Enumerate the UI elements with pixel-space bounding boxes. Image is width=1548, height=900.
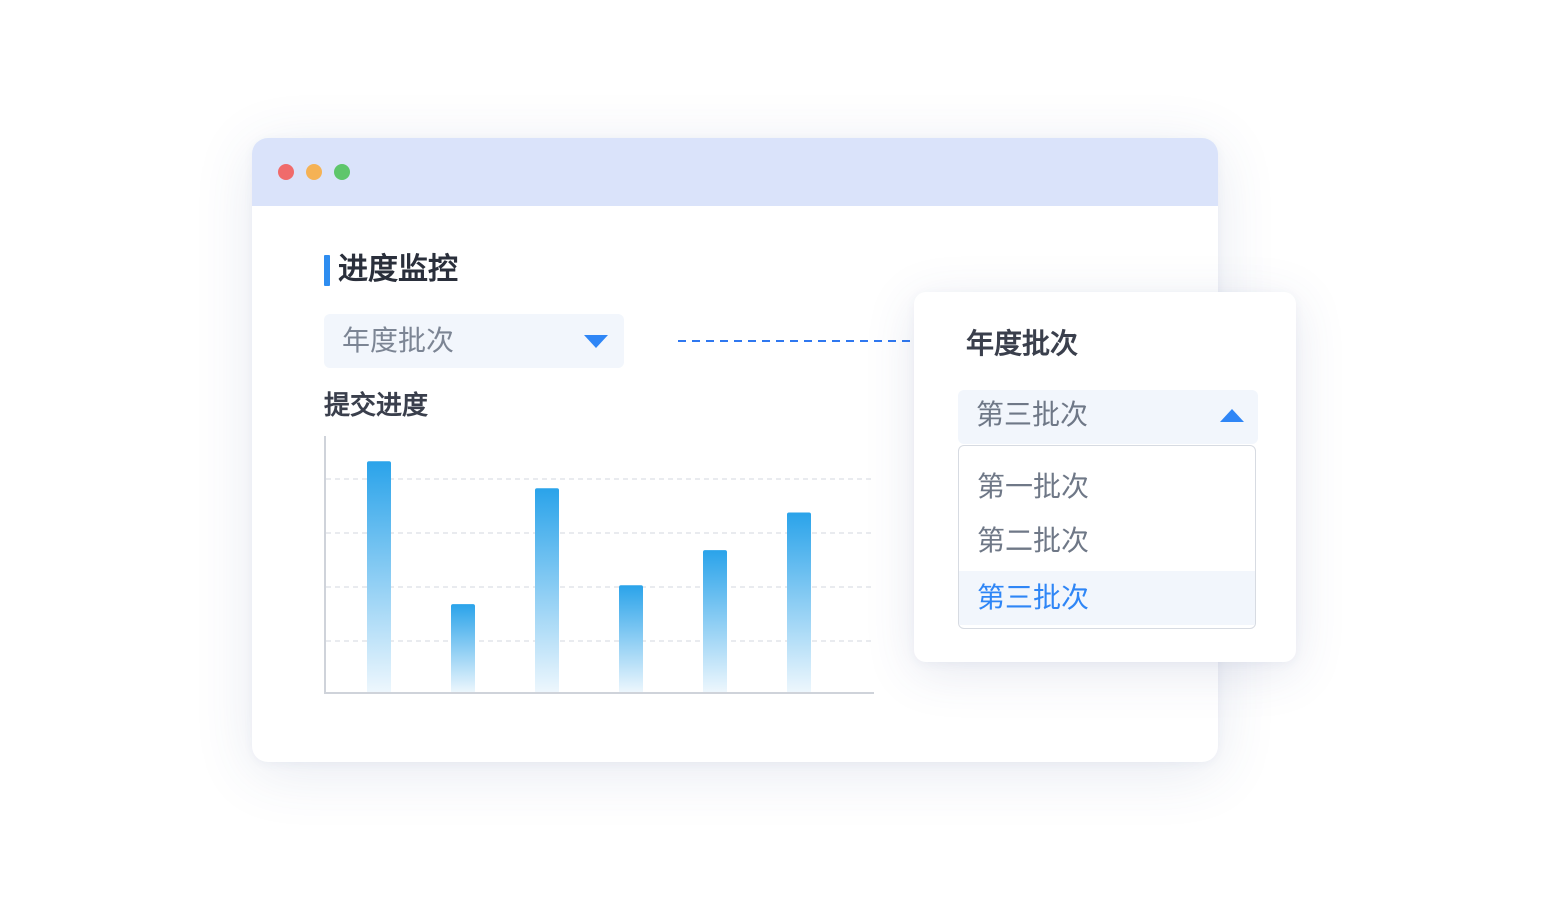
popup-title: 年度批次	[966, 327, 1079, 360]
batch-popup-panel: 年度批次 第三批次 第一批次 第二批次 第三批次	[914, 292, 1296, 662]
option-label: 第三批次	[977, 581, 1090, 614]
dashed-arrow-right-icon	[678, 333, 941, 349]
batch-select-placeholder: 年度批次	[342, 324, 455, 357]
chart-bar	[367, 461, 391, 693]
dropdown-option-batch-1[interactable]: 第一批次	[959, 460, 1255, 514]
chart-bar	[703, 550, 727, 693]
close-window-button[interactable]	[278, 164, 294, 180]
chart-bar	[535, 488, 559, 693]
caret-up-icon	[1220, 409, 1244, 422]
window-titlebar	[252, 138, 1218, 206]
submission-progress-chart	[324, 436, 874, 694]
page-title: 进度监控	[338, 252, 458, 287]
option-label: 第二批次	[977, 524, 1090, 557]
popup-batch-select[interactable]: 第三批次	[958, 390, 1258, 444]
maximize-window-button[interactable]	[334, 164, 350, 180]
option-label: 第一批次	[977, 470, 1090, 503]
chart-bar	[787, 512, 811, 693]
chart-title: 提交进度	[324, 391, 429, 421]
dropdown-option-batch-3[interactable]: 第三批次	[959, 571, 1255, 625]
section-accent-bar	[324, 255, 330, 286]
batch-dropdown-list: 第一批次 第二批次 第三批次	[958, 445, 1256, 629]
popup-select-value: 第三批次	[976, 398, 1089, 431]
caret-down-icon	[584, 335, 608, 348]
chart-bar	[451, 604, 475, 693]
dropdown-option-batch-2[interactable]: 第二批次	[959, 514, 1255, 568]
minimize-window-button[interactable]	[306, 164, 322, 180]
batch-select[interactable]: 年度批次	[324, 314, 624, 368]
chart-bar	[619, 585, 643, 693]
